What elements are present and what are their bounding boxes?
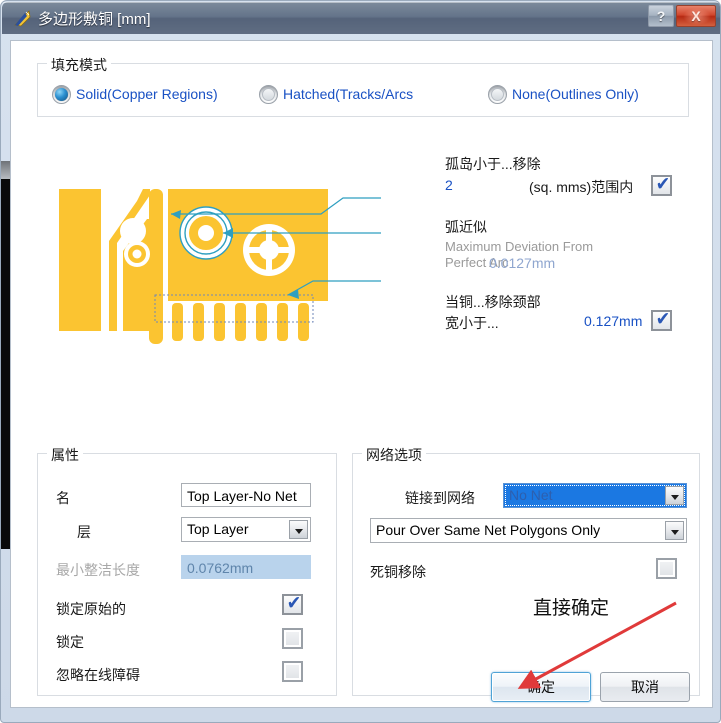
close-label: X	[691, 8, 701, 24]
left-edge-gray-strip	[1, 161, 10, 179]
remove-necks-title: 当铜...移除颈部	[445, 294, 541, 310]
remove-necks-value[interactable]: 0.127mm	[584, 313, 642, 329]
connect-to-net-value: No Net	[509, 487, 553, 503]
layer-label: 层	[77, 524, 91, 540]
min-primitive-label: 最小整洁长度	[56, 562, 140, 578]
close-button[interactable]: X	[676, 5, 716, 27]
remove-dead-copper-label: 死铜移除	[370, 564, 426, 580]
radio-ring-hatched	[262, 88, 275, 101]
chevron-down-icon[interactable]	[665, 486, 684, 505]
check-glyph: ✔	[655, 308, 671, 330]
layer-combobox[interactable]: Top Layer	[181, 517, 311, 542]
lock-primitives-checkbox[interactable]: ✔	[282, 592, 303, 615]
properties-group-title: 属性	[47, 445, 83, 465]
left-edge-dark-strip	[1, 179, 10, 549]
polygon-pour-icon	[14, 10, 31, 27]
name-label: 名	[56, 490, 70, 506]
remove-dead-copper-checkbox[interactable]	[656, 558, 677, 579]
chevron-down-icon[interactable]	[289, 520, 308, 539]
ignore-violations-checkbox[interactable]	[282, 661, 303, 682]
ok-button[interactable]: 确定	[491, 672, 591, 702]
pour-mode-combobox[interactable]: Pour Over Same Net Polygons Only	[370, 518, 687, 543]
window-title: 多边形敷铜 [mm]	[38, 11, 151, 28]
check-glyph: ✔	[655, 173, 671, 195]
titlebar-highlight	[2, 2, 720, 3]
properties-group: 属性 名 Top Layer-No Net 层 Top Layer 最小整洁长度…	[37, 445, 337, 696]
arc-approximation-value[interactable]: 0.0127mm	[489, 255, 555, 271]
title-bar[interactable]: 多边形敷铜 [mm] ? X	[2, 2, 720, 34]
pour-mode-value: Pour Over Same Net Polygons Only	[376, 522, 601, 538]
annotation-label: 直接确定	[533, 598, 610, 619]
arc-approximation-sub-line1: Maximum Deviation From	[445, 239, 594, 254]
radio-dot-solid	[55, 88, 68, 101]
cancel-button-label: 取消	[631, 679, 659, 695]
connect-to-net-label: 链接到网络	[405, 490, 475, 506]
cancel-button[interactable]: 取消	[600, 672, 690, 702]
fill-mode-group: 填充模式 Solid(Copper Regions) Hatched(Track…	[37, 55, 689, 117]
radio-outer-hatched	[259, 85, 278, 104]
remove-necks-label: 宽小于...	[445, 315, 499, 331]
radio-label-none: None(Outlines Only)	[512, 86, 639, 102]
ok-button-label: 确定	[527, 679, 555, 695]
dialog-window: 多边形敷铜 [mm] ? X 填充模式 Solid(Copper Regions…	[0, 0, 721, 723]
remove-necks-checkbox[interactable]: ✔	[651, 308, 672, 331]
help-label: ?	[656, 8, 666, 24]
net-options-group: 网络选项 链接到网络 No Net Pour Over Same Net Pol…	[352, 445, 700, 696]
remove-islands-title: 孤岛小于...移除	[445, 156, 541, 172]
chevron-down-icon[interactable]	[665, 521, 684, 540]
radio-outer-none	[488, 85, 507, 104]
arc-approximation-title: 弧近似	[445, 219, 487, 235]
remove-islands-unit: (sq. mms)范围内	[529, 179, 634, 195]
fill-mode-group-title: 填充模式	[47, 55, 111, 75]
ignore-violations-label: 忽略在线障碍	[56, 667, 140, 683]
radio-label-solid: Solid(Copper Regions)	[76, 86, 218, 102]
radio-label-hatched: Hatched(Tracks/Arcs	[283, 86, 414, 102]
min-primitive-input: 0.0762mm	[181, 555, 311, 579]
layer-combobox-value: Top Layer	[187, 521, 249, 537]
net-options-group-title: 网络选项	[362, 445, 426, 465]
pcb-preview-illustration	[59, 189, 381, 344]
remove-islands-value[interactable]: 2	[445, 177, 453, 193]
locked-checkbox[interactable]	[282, 628, 303, 649]
remove-islands-checkbox[interactable]: ✔	[651, 173, 672, 196]
check-glyph: ✔	[286, 592, 302, 614]
help-button[interactable]: ?	[648, 5, 674, 27]
lock-primitives-label: 锁定原始的	[56, 601, 126, 617]
name-input[interactable]: Top Layer-No Net	[181, 483, 311, 507]
connect-to-net-combobox[interactable]: No Net	[503, 483, 687, 508]
radio-ring-none	[491, 88, 504, 101]
locked-label: 锁定	[56, 634, 84, 650]
